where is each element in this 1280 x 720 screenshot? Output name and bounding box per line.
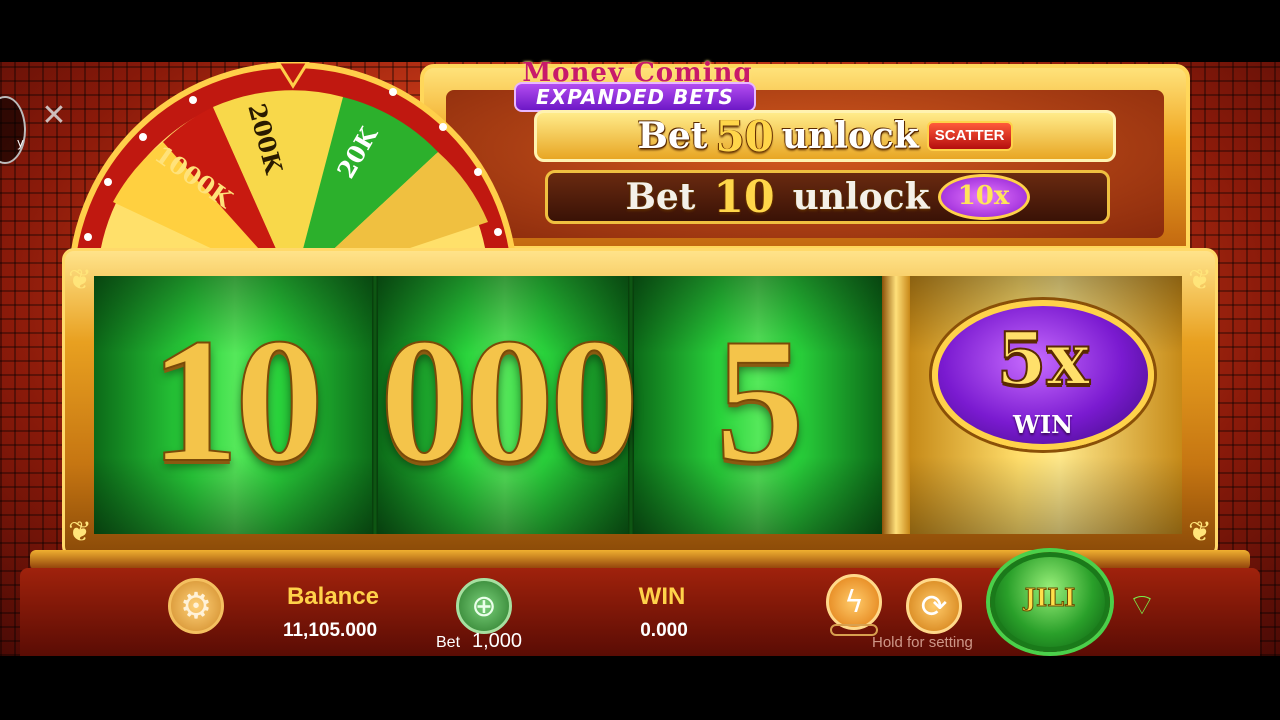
chips-icon: ⊕ bbox=[471, 588, 497, 624]
spin-label: JILI bbox=[1024, 583, 1076, 613]
unlock-prefix: Bet bbox=[637, 115, 708, 157]
spin-button[interactable]: JILI bbox=[990, 552, 1110, 652]
unlock-amount: 50 bbox=[715, 111, 774, 161]
turbo-indicator bbox=[830, 624, 878, 636]
balance-value: 11,105.000 bbox=[282, 620, 378, 641]
unlock-prefix: Bet bbox=[625, 176, 696, 218]
bubble-text: y bbox=[16, 136, 24, 150]
multiplier-10x-badge: 10x bbox=[937, 174, 1030, 220]
autoplay-icon: ⟳ bbox=[920, 587, 948, 625]
reel-divider-pillar bbox=[882, 276, 910, 534]
unlock-amount: 10 bbox=[713, 171, 775, 223]
multiplier-label: WIN bbox=[1012, 410, 1074, 439]
ornament-icon: ❦ bbox=[68, 263, 92, 296]
ornament-icon: ❦ bbox=[1188, 515, 1212, 548]
expanded-bets-label: EXPANDED BETS bbox=[514, 82, 756, 112]
unlock-row-scatter: Bet 50 unlock SCATTER bbox=[534, 110, 1116, 162]
settings-button[interactable]: ⚙ bbox=[168, 578, 224, 634]
hold-hint: Hold for setting bbox=[872, 634, 973, 651]
prize-wheel-graphic bbox=[70, 62, 516, 252]
win-label: WIN bbox=[638, 583, 686, 610]
ornament-icon: ❦ bbox=[68, 515, 92, 548]
unlock-row-10x: Bet 10 unlock 10x bbox=[545, 170, 1110, 224]
ornament-icon: ❦ bbox=[1188, 263, 1212, 296]
unlock-suffix: unlock bbox=[792, 176, 930, 218]
unlock-suffix: unlock bbox=[781, 115, 919, 157]
bet-label: Bet bbox=[436, 634, 461, 651]
turbo-button[interactable]: ϟ bbox=[826, 574, 882, 630]
reel-3-symbol: 5 bbox=[715, 300, 806, 500]
prize-wheel: 1000K 200K 20K bbox=[68, 62, 518, 252]
balance-label: Balance bbox=[286, 583, 380, 610]
lightning-icon: ϟ bbox=[844, 584, 864, 620]
wifi-icon: ⌔ bbox=[1127, 588, 1157, 623]
multiplier-value: 5x bbox=[995, 315, 1090, 402]
scatter-badge: SCATTER bbox=[926, 121, 1013, 151]
multiplier-win-badge: 5x WIN bbox=[932, 300, 1154, 450]
gear-icon: ⚙ bbox=[179, 585, 213, 627]
bet-value: 1,000 bbox=[472, 630, 523, 652]
autoplay-button[interactable]: ⟳ bbox=[906, 578, 962, 634]
reel-2-symbol: 000 bbox=[379, 300, 640, 500]
reel-1-symbol: 10 bbox=[149, 300, 325, 500]
win-value: 0.000 bbox=[640, 620, 688, 641]
bet-button[interactable]: ⊕ bbox=[456, 578, 512, 634]
game-logo: Money Coming bbox=[522, 58, 753, 82]
